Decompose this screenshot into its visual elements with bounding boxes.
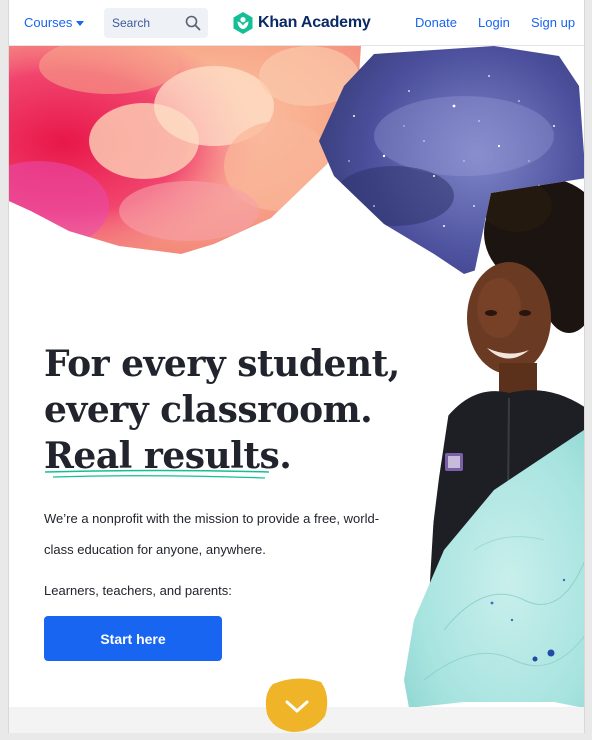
khan-academy-logo[interactable]: Khan Academy: [233, 12, 371, 34]
search-icon[interactable]: [185, 15, 201, 31]
donate-link[interactable]: Donate: [415, 15, 457, 30]
search-box[interactable]: [104, 8, 208, 38]
scroll-down-button[interactable]: [263, 676, 331, 733]
khan-logo-icon: [233, 12, 253, 34]
headline-line-2: every classroom.: [44, 389, 373, 431]
audience-text: Learners, teachers, and parents:: [44, 583, 232, 598]
caret-down-icon: [76, 20, 85, 26]
teal-texture-image: [404, 430, 584, 710]
hero-headline: For every student, every classroom. Real…: [44, 341, 404, 479]
login-link[interactable]: Login: [478, 15, 510, 30]
start-here-button[interactable]: Start here: [44, 616, 222, 661]
headline-underline: [44, 469, 270, 479]
page-frame: Courses Khan Academy Donate Login Sign u…: [8, 0, 585, 733]
headline-line-1: For every student,: [44, 343, 400, 385]
search-input[interactable]: [112, 16, 182, 30]
courses-label: Courses: [24, 15, 73, 30]
signup-link[interactable]: Sign up: [531, 15, 575, 30]
logo-text: Khan Academy: [258, 14, 371, 31]
top-nav: Courses Khan Academy Donate Login Sign u…: [9, 0, 584, 46]
courses-menu-button[interactable]: Courses: [24, 15, 85, 30]
mission-text: We’re a nonprofit with the mission to pr…: [44, 511, 380, 557]
